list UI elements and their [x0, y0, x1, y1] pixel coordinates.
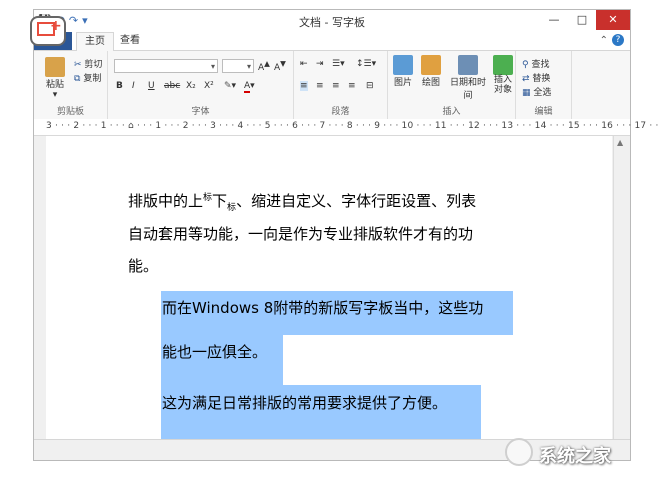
scroll-up-icon[interactable]: ▲ — [617, 138, 623, 147]
replace-icon: ⇄ — [522, 74, 530, 84]
paste-button[interactable]: 粘贴 ▾ — [44, 57, 66, 100]
paragraph-line: 能。 — [128, 257, 159, 275]
superscript-text: 标 — [203, 193, 213, 203]
ribbon-tabs: 主页 查看 ⌃ ? — [34, 32, 630, 51]
palette-icon — [421, 55, 441, 75]
date-time-button[interactable]: 日期和时间 — [446, 55, 490, 101]
find-label: 查找 — [531, 60, 550, 70]
copy-button[interactable]: ⧉ 复制 — [74, 71, 101, 84]
cut-button[interactable]: ✂ 剪切 — [74, 57, 102, 70]
paint-drawing-button[interactable]: 绘图 — [420, 55, 442, 88]
select-all-icon: ▦ — [522, 88, 531, 98]
watermark: 系统之家 — [505, 436, 650, 470]
ruler[interactable]: 3 · · · 2 · · · 1 · · · ⌂ · · · 1 · · · … — [34, 119, 660, 136]
selected-line: 能也一应俱全。 — [162, 343, 268, 361]
decrease-indent-icon[interactable]: ⇤ — [300, 59, 308, 69]
increase-indent-icon[interactable]: ⇥ — [316, 59, 324, 69]
tab-home[interactable]: 主页 — [76, 32, 114, 51]
font-group: A▲ A▼ B I U abc X₂ X² ✎▾ A▾ 字体 — [108, 51, 294, 119]
bold-button[interactable]: B — [116, 81, 123, 91]
align-right-icon[interactable]: ≡ — [332, 81, 340, 91]
editing-group: ⚲ 查找 ⇄ 替换 ▦ 全选 编辑 — [516, 51, 572, 119]
object-icon — [493, 55, 513, 75]
copy-icon: ⧉ — [74, 74, 81, 84]
document-canvas: 排版中的上标下标、缩进自定义、字体行距设置、列表 自动套用等功能，一向是作为专业… — [34, 136, 630, 441]
paragraph-line: 自动套用等功能，一向是作为专业排版软件才有的功 — [128, 225, 474, 243]
insert-object-button[interactable]: 插入对象 — [492, 55, 514, 95]
highlight-color-button[interactable]: ✎▾ — [224, 81, 236, 91]
ruler-scale: 3 · · · 2 · · · 1 · · · ⌂ · · · 1 · · · … — [46, 121, 660, 131]
strikethrough-button[interactable]: abc — [164, 81, 180, 91]
font-group-label: 字体 — [191, 107, 210, 117]
ribbon: 粘贴 ▾ ✂ 剪切 ⧉ 复制 剪贴板 A▲ A▼ B I U abc X₂ X² — [34, 51, 630, 120]
title-bar: 💾 ↶ ↷ ▾ 文档 - 写字板 — □ ✕ — [34, 10, 630, 32]
font-family-select[interactable] — [114, 59, 218, 73]
justify-icon[interactable]: ≡ — [348, 81, 356, 91]
picture-icon — [393, 55, 413, 75]
paste-icon — [45, 57, 65, 77]
paste-dropdown-icon: ▾ — [52, 90, 58, 100]
close-button[interactable]: ✕ — [596, 10, 630, 30]
clipboard-group-label: 剪贴板 — [56, 107, 84, 117]
text-run: 下 — [212, 192, 228, 210]
object-label: 插入对象 — [493, 75, 512, 95]
watermark-logo-icon — [505, 438, 533, 466]
picture-label: 图片 — [393, 78, 412, 88]
underline-button[interactable]: U — [148, 81, 155, 91]
insert-picture-button[interactable]: 图片 — [392, 55, 414, 88]
font-size-select[interactable] — [222, 59, 254, 73]
align-center-icon[interactable]: ≡ — [316, 81, 324, 91]
subscript-button[interactable]: X₂ — [186, 81, 196, 91]
insert-group-label: 插入 — [442, 107, 461, 117]
find-button[interactable]: ⚲ 查找 — [522, 57, 549, 70]
tab-view[interactable]: 查看 — [112, 32, 148, 50]
drawing-label: 绘图 — [421, 78, 440, 88]
paragraph-dialog-icon[interactable]: ⊟ — [366, 81, 374, 91]
scissors-icon: ✂ — [74, 60, 82, 70]
grow-font-button[interactable]: A▲ — [258, 59, 270, 73]
window-controls: — □ ✕ — [540, 10, 630, 30]
insert-group: 图片 绘图 日期和时间 插入对象 插入 — [388, 51, 516, 119]
select-all-label: 全选 — [533, 88, 552, 98]
selected-line: 这为满足日常排版的常用要求提供了方便。 — [162, 394, 448, 412]
list-icon[interactable]: ☰▾ — [332, 59, 345, 69]
font-color-icon: A — [244, 81, 251, 93]
line-spacing-icon[interactable]: ↕☰▾ — [356, 59, 376, 69]
copy-label: 复制 — [83, 74, 102, 84]
vertical-scrollbar[interactable]: ▲ — [613, 136, 630, 441]
maximize-button[interactable]: □ — [568, 10, 596, 30]
editing-group-label: 编辑 — [534, 107, 553, 117]
collapse-ribbon-icon[interactable]: ⌃ — [600, 35, 608, 46]
help-icon[interactable]: ? — [612, 34, 624, 46]
watermark-text: 系统之家 — [539, 446, 611, 467]
paragraph-line: 排版中的上标下标、缩进自定义、字体行距设置、列表 — [128, 191, 476, 214]
selected-line: 而在Windows 8附带的新版写字板当中，这些功 — [162, 299, 484, 317]
text-run: 、缩进自定义、字体行距设置、列表 — [236, 192, 477, 210]
cut-label: 剪切 — [84, 60, 103, 70]
subscript-text: 标 — [227, 203, 237, 213]
align-left-icon[interactable]: ≡ — [300, 81, 308, 91]
app-logo: + — [30, 16, 70, 50]
superscript-button[interactable]: X² — [204, 81, 214, 91]
calendar-icon — [458, 55, 478, 75]
replace-label: 替换 — [532, 74, 551, 84]
logo-plus-icon: + — [50, 18, 62, 34]
shrink-font-button[interactable]: A▼ — [274, 59, 286, 73]
paragraph-group: ⇤ ⇥ ☰▾ ↕☰▾ ≡ ≡ ≡ ≡ ⊟ 段落 — [294, 51, 388, 119]
paste-label: 粘贴 — [45, 80, 64, 90]
document-page[interactable]: 排版中的上标下标、缩进自定义、字体行距设置、列表 自动套用等功能，一向是作为专业… — [46, 136, 612, 441]
minimize-button[interactable]: — — [540, 10, 568, 30]
datetime-label: 日期和时间 — [449, 78, 486, 101]
wordpad-window: 💾 ↶ ↷ ▾ 文档 - 写字板 — □ ✕ 主页 查看 ⌃ ? 粘贴 ▾ ✂ — [33, 9, 660, 461]
italic-button[interactable]: I — [132, 81, 135, 91]
text-run: 排版中的上 — [128, 192, 204, 210]
font-color-button[interactable]: A▾ — [244, 81, 255, 93]
paragraph-group-label: 段落 — [331, 107, 350, 117]
highlighter-icon: ✎ — [224, 81, 232, 91]
binoculars-icon: ⚲ — [522, 60, 529, 70]
clipboard-group: 粘贴 ▾ ✂ 剪切 ⧉ 复制 剪贴板 — [34, 51, 108, 119]
select-all-button[interactable]: ▦ 全选 — [522, 85, 551, 98]
replace-button[interactable]: ⇄ 替换 — [522, 71, 550, 84]
